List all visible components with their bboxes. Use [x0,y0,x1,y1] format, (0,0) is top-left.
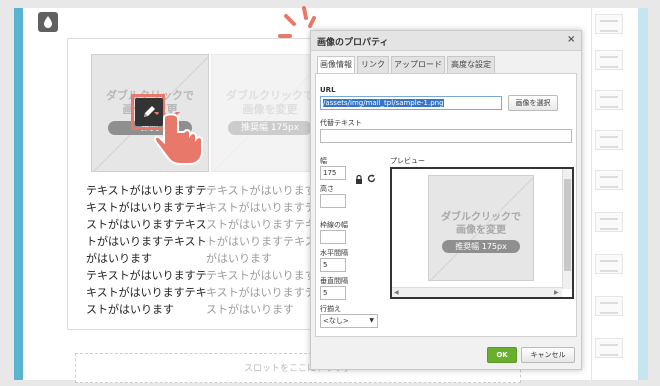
border-width-field[interactable] [320,230,346,244]
tab-advanced[interactable]: 高度な設定 [447,56,495,73]
image-caption-line: 画像を変更 [456,225,506,236]
image-size-badge: 推奨幅 175px [442,240,520,253]
close-icon[interactable]: × [567,34,575,45]
lock-icon[interactable] [355,174,363,186]
dialog-body: URL /assets/img/mail_tpl/sample-1.png 画像… [315,73,577,337]
select-image-button[interactable]: 画像を選択 [508,95,558,111]
text-paragraph[interactable]: テキストがはいりますテ キストがはいりますテキ ストがはいりますテキス トがはい… [86,182,218,318]
text-line: テキストがはいりますテ [86,269,207,282]
image-properties-dialog: 画像のプロパティ × 画像情報 リンク アップロード 高度な設定 URL /as… [310,30,582,370]
text-line: ストがはいりますテキス [86,218,207,231]
scroll-left-icon[interactable]: ◀ [394,288,399,297]
template-thumbnail[interactable] [595,170,623,190]
image-caption-line: ダブルクリックで [441,212,521,223]
url-field[interactable]: /assets/img/mail_tpl/sample-1.png [320,96,502,110]
editor-frame: ダブルクリックで 画像を変更 推奨 ダブルクリックで 画像を変更 推奨幅 175… [0,0,660,386]
reset-size-icon[interactable] [367,174,376,185]
image-caption: ダブルクリックで 画像を変更 [429,211,533,237]
template-thumbnail[interactable] [595,14,623,34]
text-line: ストがはいります [86,303,174,316]
text-line: テキストがはいりますテ [86,184,207,197]
ok-button[interactable]: OK [487,347,517,363]
align-value: <なし> [323,317,349,325]
alt-text-field[interactable] [320,129,572,143]
tab-upload[interactable]: アップロード [391,56,445,73]
align-select[interactable]: <なし> ▼ [320,314,378,328]
text-line: キストがはいりますテキ [86,286,207,299]
width-field[interactable]: 175 [320,166,346,180]
text-line: トがはいりますテキスト [86,235,207,248]
scroll-right-icon[interactable]: ▶ [554,288,559,297]
right-accent-bar [638,8,648,380]
text-line: がはいります [86,252,152,265]
height-label: 高さ [320,185,334,193]
height-field[interactable] [320,194,346,208]
template-thumbnail[interactable] [595,296,623,316]
template-thumbnail[interactable] [595,90,623,110]
vspace-label: 垂直間隔 [320,277,348,285]
scrollbar-thumb[interactable] [564,179,571,271]
border-width-label: 枠線の幅 [320,221,348,229]
image-preview: ダブルクリックで 画像を変更 推奨幅 175px ◀ ▶ [390,167,574,299]
pointer-hand-icon [153,112,203,165]
chevron-down-icon: ▼ [369,317,374,324]
dialog-title: 画像のプロパティ [317,38,389,48]
template-thumbnail[interactable] [595,254,623,274]
template-thumbnail[interactable] [595,50,623,70]
template-thumbnail[interactable] [595,130,623,150]
preview-label: プレビュー [390,157,425,165]
width-label: 幅 [320,157,327,165]
preview-horizontal-scrollbar[interactable]: ◀ ▶ [392,287,562,297]
tab-image-info[interactable]: 画像情報 [317,56,355,74]
template-thumbnail[interactable] [595,212,623,232]
cancel-button[interactable]: キャンセル [521,347,575,363]
vspace-field[interactable]: 5 [320,286,346,300]
url-value: /assets/img/mail_tpl/sample-1.png [323,99,444,107]
align-label: 行揃え [320,305,341,313]
dialog-header[interactable]: 画像のプロパティ × [311,31,581,51]
image-size-badge: 推奨幅 175px [228,121,312,135]
tab-link[interactable]: リンク [357,56,389,73]
left-accent-bar [14,8,23,380]
preview-image: ダブルクリックで 画像を変更 推奨幅 175px [428,175,534,281]
preview-vertical-scrollbar[interactable] [562,169,572,289]
hspace-label: 水平間隔 [320,249,348,257]
alt-text-label: 代替テキスト [320,119,362,127]
water-drop-icon[interactable] [38,12,58,32]
template-thumbnail[interactable] [595,338,623,358]
text-line: キストがはいりますテキ [86,201,207,214]
hspace-field[interactable]: 5 [320,258,346,272]
url-label: URL [320,86,336,94]
